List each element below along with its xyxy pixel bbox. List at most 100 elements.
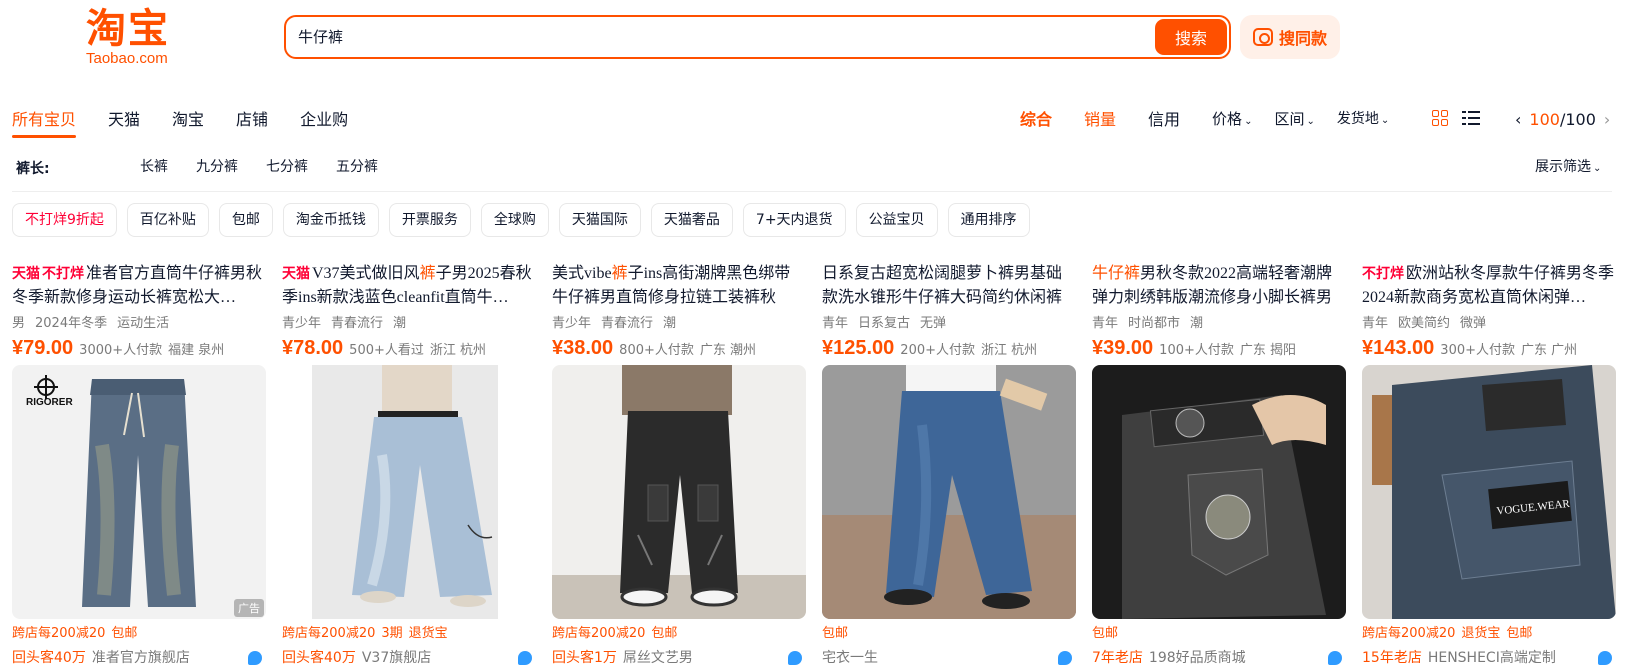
chat-icon[interactable] (1328, 651, 1342, 665)
chip[interactable]: 包邮 (218, 203, 273, 237)
product-image[interactable] (552, 365, 806, 619)
same-style-label: 搜同款 (1278, 29, 1327, 48)
grid-view-icon[interactable] (1432, 110, 1448, 126)
tab-shops[interactable]: 店铺 (236, 104, 268, 136)
search-button[interactable]: 搜索 (1155, 19, 1227, 55)
divider (12, 191, 1612, 192)
chevron-down-icon: ⌄ (1306, 115, 1315, 127)
search-scope-tabs: 所有宝贝 天猫 淘宝 店铺 企业购 (12, 104, 380, 138)
chat-icon[interactable] (1058, 651, 1072, 665)
product-title[interactable]: 不打烊 欧洲站秋冬厚款牛仔裤男冬季2024新款商务宽松直筒休闲弹… (1362, 262, 1616, 310)
shop-name[interactable]: 准者官方旗舰店 (92, 650, 190, 666)
search-same-style-button[interactable]: 搜同款 (1240, 15, 1340, 59)
sort-comprehensive[interactable]: 综合 (1020, 104, 1052, 136)
sort-range[interactable]: 区间 ⌄ (1274, 103, 1314, 138)
no-close-tag: 不打烊 (1362, 266, 1404, 282)
sort-price-label: 价格 (1212, 109, 1243, 128)
product-image[interactable]: VOGUE.WEAR (1362, 365, 1616, 619)
chip[interactable]: 公益宝贝 (855, 203, 938, 237)
product-title[interactable]: 日系复古超宽松阔腿萝卜裤男基础款洗水锥形牛仔裤大码简约休闲裤 (822, 262, 1076, 310)
chat-icon[interactable] (1598, 651, 1612, 665)
product-image[interactable] (282, 365, 536, 619)
product-title[interactable]: 天猫 不打烊 准者官方直筒牛仔裤男秋冬季新款修身运动长裤宽松大… (12, 262, 266, 310)
chip[interactable]: 天猫国际 (558, 203, 641, 237)
tab-tmall[interactable]: 天猫 (108, 104, 140, 136)
title-highlight: 裤 (611, 265, 628, 282)
chip[interactable]: 7+天内退货 (742, 203, 846, 237)
chip[interactable]: 天猫奢品 (650, 203, 733, 237)
taobao-logo[interactable]: 淘宝 Taobao.com (86, 6, 196, 68)
product-card[interactable]: 日系复古超宽松阔腿萝卜裤男基础款洗水锥形牛仔裤大码简约休闲裤 青年 日系复古 无弹 … (822, 262, 1076, 669)
chat-icon[interactable] (518, 651, 532, 665)
product-card[interactable]: 美式vibe裤子ins高街潮牌黑色绑带牛仔裤男直筒修身拉链工装裤秋 青少年 青春流… (552, 262, 806, 669)
product-image[interactable] (1092, 365, 1346, 619)
attr: 潮 (663, 316, 677, 331)
filter-seventh[interactable]: 七分裤 (266, 156, 308, 176)
product-card[interactable]: 天猫 V37美式做旧风裤子男2025春秋季ins新款浅蓝色cleanfit直筒牛…… (282, 262, 536, 669)
promo: 包邮 (1092, 626, 1119, 641)
next-page-icon[interactable]: › (1604, 104, 1610, 136)
product-title[interactable]: 牛仔裤男秋冬款2022高端轻奢潮牌弹力刺绣韩版潮流修身小脚长裤男 (1092, 262, 1346, 310)
filter-fifth[interactable]: 五分裤 (336, 156, 378, 176)
shop-name[interactable]: HENSHECI高端定制 (1428, 650, 1556, 666)
search-input[interactable] (298, 17, 1098, 57)
title-part: 牛仔裤 (902, 289, 951, 306)
list-view-icon[interactable] (1462, 110, 1480, 126)
sort-bar: 综合 销量 信用 价格 ⌄ 区间 ⌄ 发货地 ⌄ (1020, 104, 1411, 136)
product-card[interactable]: 不打烊 欧洲站秋冬厚款牛仔裤男冬季2024新款商务宽松直筒休闲弹… 青年 欧美简约微… (1362, 262, 1616, 669)
chip[interactable]: 全球购 (480, 203, 549, 237)
sort-ship-from[interactable]: 发货地 ⌄ (1337, 103, 1389, 137)
chip[interactable]: 不打烊9折起 (12, 203, 117, 237)
title-highlight: 牛仔裤 (1092, 265, 1141, 282)
price: ¥39.00 (1092, 337, 1154, 359)
product-image[interactable]: RIGORER 广告 (12, 365, 266, 619)
attr: 潮 (1190, 316, 1204, 331)
product-image[interactable] (822, 365, 1076, 619)
promo: 跨店每200减20 (282, 626, 376, 641)
chip[interactable]: 开票服务 (388, 203, 471, 237)
tab-enterprise[interactable]: 企业购 (300, 104, 348, 136)
filter-toggle-label: 展示筛选 (1535, 159, 1591, 175)
filter-ninth[interactable]: 九分裤 (196, 156, 238, 176)
sort-price[interactable]: 价格 ⌄ (1212, 103, 1252, 138)
price-line: ¥38.00 800+人付款 广东 潮州 (552, 334, 806, 362)
sort-sales[interactable]: 销量 (1084, 104, 1116, 136)
shop-name[interactable]: 宅衣一生 (822, 650, 878, 666)
shop-name[interactable]: 屌丝文艺男 (623, 650, 693, 666)
price: ¥143.00 (1362, 337, 1435, 359)
shop-name[interactable]: 198好品质商城 (1149, 650, 1246, 666)
location: 广东 潮州 (699, 343, 757, 358)
chip[interactable]: 淘金币抵钱 (282, 203, 379, 237)
tab-taobao[interactable]: 淘宝 (172, 104, 204, 136)
attr: 青春流行 (331, 316, 384, 331)
tab-all[interactable]: 所有宝贝 (12, 104, 77, 138)
prev-page-icon[interactable]: ‹ (1515, 104, 1521, 136)
price-line: ¥39.00 100+人付款 广东 揭阳 (1092, 334, 1346, 362)
chat-icon[interactable] (248, 651, 262, 665)
logo-mark: 淘宝 (86, 6, 170, 52)
repeat-badge: 15年老店 (1362, 650, 1422, 666)
product-title[interactable]: 天猫 V37美式做旧风裤子男2025春秋季ins新款浅蓝色cleanfit直筒牛… (282, 262, 536, 310)
sort-credit[interactable]: 信用 (1148, 104, 1180, 136)
price-line: ¥143.00 300+人付款 广东 广州 (1362, 334, 1616, 362)
chat-icon[interactable] (788, 651, 802, 665)
product-attrs: 青年 时尚都市潮 (1092, 314, 1346, 334)
sold-count: 3000+人付款 (79, 343, 163, 358)
price-line: ¥78.00 500+人看过 浙江 杭州 (282, 334, 536, 362)
product-card[interactable]: 天猫 不打烊 准者官方直筒牛仔裤男秋冬季新款修身运动长裤宽松大… 男 2024年冬季运… (12, 262, 266, 669)
chip[interactable]: 百亿补贴 (126, 203, 209, 237)
product-card[interactable]: 牛仔裤男秋冬款2022高端轻奢潮牌弹力刺绣韩版潮流修身小脚长裤男 青年 时尚都市潮… (1092, 262, 1346, 669)
jeans-image: RIGORER (12, 365, 266, 619)
filter-options: 长裤 九分裤 七分裤 五分裤 (140, 156, 406, 176)
filter-toggle[interactable]: 展示筛选 ⌄ (1535, 156, 1601, 176)
tmall-tag: 天猫 (282, 266, 310, 282)
shop-name[interactable]: V37旗舰店 (362, 650, 431, 666)
tmall-tag: 天猫 (12, 266, 40, 282)
product-attrs: 青年 日系复古 无弹 (822, 314, 1076, 334)
promo-line: 包邮 (1092, 624, 1346, 644)
repeat-badge: 7年老店 (1092, 650, 1143, 666)
chip[interactable]: 通用排序 (947, 203, 1030, 237)
promo: 跨店每200减20 (1362, 626, 1456, 641)
product-title[interactable]: 美式vibe裤子ins高街潮牌黑色绑带牛仔裤男直筒修身拉链工装裤秋 (552, 262, 806, 310)
filter-long[interactable]: 长裤 (140, 156, 168, 176)
